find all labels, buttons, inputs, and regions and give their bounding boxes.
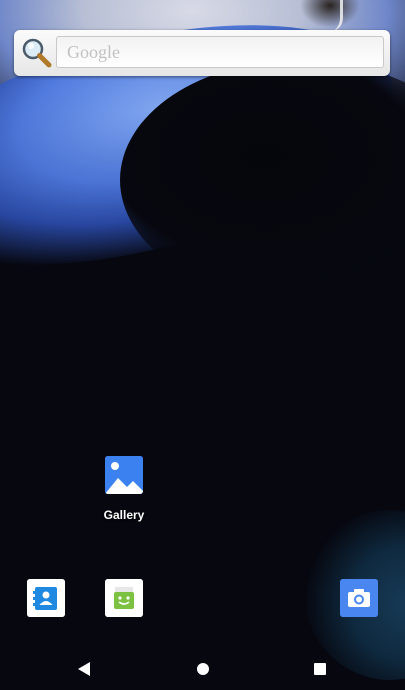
home-screen: Google Gallery (0, 0, 405, 690)
recents-button[interactable] (300, 649, 340, 689)
app-contacts[interactable] (27, 579, 65, 617)
wallpaper-glow (0, 0, 405, 180)
camera-icon (340, 579, 378, 617)
contacts-icon (27, 579, 65, 617)
app-gallery-label: Gallery (103, 508, 145, 522)
google-search-widget[interactable]: Google (14, 30, 390, 76)
app-store[interactable] (105, 579, 143, 617)
wallpaper-cable (322, 0, 343, 32)
search-placeholder: Google (67, 41, 120, 62)
wallpaper-curl (300, 0, 360, 28)
home-icon (197, 663, 209, 675)
back-button[interactable] (64, 649, 104, 689)
wallpaper-shadow (120, 60, 405, 300)
app-camera[interactable] (340, 579, 378, 617)
app-store-robot-icon (105, 579, 143, 617)
app-gallery[interactable]: Gallery (98, 456, 150, 522)
search-icon[interactable] (20, 36, 54, 70)
search-input[interactable]: Google (56, 36, 384, 68)
back-icon (78, 662, 90, 676)
recents-icon (314, 663, 326, 675)
home-button[interactable] (183, 649, 223, 689)
gallery-icon (105, 456, 143, 494)
